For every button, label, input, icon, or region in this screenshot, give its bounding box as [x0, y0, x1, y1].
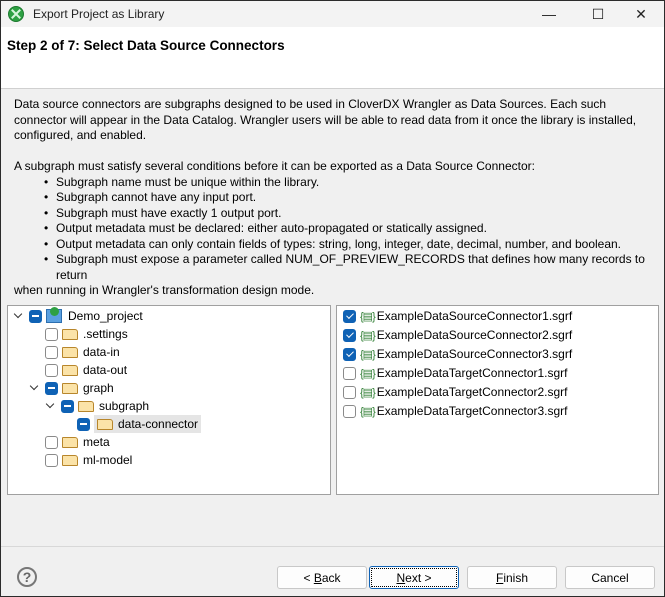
file-label: ExampleDataSourceConnector3.sgrf [376, 347, 573, 361]
condition-item: Subgraph cannot have any input port. [56, 190, 654, 206]
file-label: ExampleDataSourceConnector1.sgrf [376, 309, 573, 323]
tree-item-data-connector[interactable]: data-connector [77, 415, 202, 433]
help-icon[interactable]: ? [17, 567, 37, 587]
project-tree[interactable]: Demo_project .settings data-in data-out … [7, 305, 331, 495]
condition-continuation: when running in Wrangler's transformatio… [14, 283, 315, 297]
tree-item-data-out[interactable]: data-out [45, 361, 127, 379]
tree-checkbox[interactable] [45, 381, 58, 395]
condition-item: Output metadata must be declared: either… [56, 221, 654, 237]
chevron-down-icon[interactable] [45, 401, 55, 411]
subgraph-file-icon: {▤} [360, 348, 376, 361]
back-mnemonic: B [313, 570, 322, 585]
back-label-prefix: < [303, 570, 314, 585]
minimize-button[interactable]: — [526, 1, 572, 27]
tree-item-label: graph [83, 381, 114, 395]
folder-icon [62, 328, 78, 340]
file-checkbox[interactable] [343, 366, 356, 380]
folder-icon [62, 454, 78, 466]
condition-item: Output metadata can only contain fields … [56, 237, 654, 253]
tree-checkbox[interactable] [61, 399, 74, 413]
folder-icon [62, 436, 78, 448]
tree-checkbox[interactable] [77, 417, 90, 431]
finish-button[interactable]: Finish [467, 566, 557, 589]
tree-checkbox[interactable] [45, 435, 58, 449]
footer-separator [1, 546, 664, 547]
file-item[interactable]: {▤} ExampleDataTargetConnector2.sgrf [343, 383, 568, 401]
tree-item-graph[interactable]: graph [29, 379, 114, 397]
wizard-header: Step 2 of 7: Select Data Source Connecto… [1, 27, 664, 89]
tree-item-label: .settings [83, 327, 128, 341]
file-label: ExampleDataSourceConnector2.sgrf [376, 328, 573, 342]
tree-item-label: ml-model [83, 453, 133, 467]
project-icon [46, 307, 62, 323]
file-item[interactable]: {▤} ExampleDataTargetConnector1.sgrf [343, 364, 568, 382]
subgraph-file-icon: {▤} [360, 310, 376, 323]
file-checkbox[interactable] [343, 347, 356, 361]
folder-icon [62, 382, 78, 394]
finish-label-rest: inish [503, 570, 529, 585]
tree-item-ml-model[interactable]: ml-model [45, 451, 132, 469]
next-mnemonic: N [396, 570, 406, 585]
tree-checkbox[interactable] [45, 345, 58, 359]
tree-item-label: data-connector [118, 417, 199, 431]
finish-mnemonic: F [495, 570, 504, 585]
tree-item-label: data-in [83, 345, 120, 359]
tree-item-settings[interactable]: .settings [45, 325, 128, 343]
condition-item: Subgraph name must be unique within the … [56, 175, 654, 191]
subgraph-file-icon: {▤} [360, 329, 376, 342]
description: Data source connectors are subgraphs des… [14, 97, 654, 299]
file-checkbox[interactable] [343, 385, 356, 399]
subgraph-file-icon: {▤} [360, 405, 376, 418]
file-item[interactable]: {▤} ExampleDataSourceConnector1.sgrf [343, 307, 572, 325]
cloverdx-app-icon [8, 6, 24, 22]
tree-item-meta[interactable]: meta [45, 433, 110, 451]
close-button[interactable]: ✕ [618, 1, 664, 27]
file-list[interactable]: {▤} ExampleDataSourceConnector1.sgrf {▤} E… [336, 305, 659, 495]
file-item[interactable]: {▤} ExampleDataTargetConnector3.sgrf [343, 402, 568, 420]
page-title: Step 2 of 7: Select Data Source Connecto… [7, 38, 285, 53]
tree-item-label: meta [83, 435, 110, 449]
file-label: ExampleDataTargetConnector3.sgrf [376, 404, 568, 418]
conditions-intro: A subgraph must satisfy several conditio… [14, 159, 535, 173]
next-button[interactable]: Next > [369, 566, 459, 589]
intro-text: Data source connectors are subgraphs des… [14, 97, 637, 142]
tree-item-label: subgraph [99, 399, 150, 413]
file-label: ExampleDataTargetConnector1.sgrf [376, 366, 568, 380]
back-label-rest: ack [321, 570, 341, 585]
chevron-down-icon[interactable] [13, 311, 23, 321]
subgraph-file-icon: {▤} [360, 367, 376, 380]
folder-icon [62, 364, 78, 376]
tree-item-demo-project[interactable]: Demo_project [13, 307, 143, 325]
cancel-button[interactable]: Cancel [565, 566, 655, 589]
condition-item: Subgraph must expose a parameter called … [56, 252, 654, 283]
tree-item-subgraph[interactable]: subgraph [45, 397, 149, 415]
tree-item-label: data-out [83, 363, 128, 377]
folder-icon [97, 418, 113, 430]
file-item[interactable]: {▤} ExampleDataSourceConnector2.sgrf [343, 326, 572, 344]
folder-icon [78, 400, 94, 412]
tree-checkbox[interactable] [45, 453, 58, 467]
file-label: ExampleDataTargetConnector2.sgrf [376, 385, 568, 399]
tree-checkbox[interactable] [45, 327, 58, 341]
next-label-rest: ext > [405, 570, 432, 585]
chevron-down-icon[interactable] [29, 383, 39, 393]
title-bar: Export Project as Library — ☐ ✕ [1, 1, 664, 27]
tree-item-data-in[interactable]: data-in [45, 343, 120, 361]
window-title: Export Project as Library [33, 7, 165, 21]
file-checkbox[interactable] [343, 309, 356, 323]
back-button[interactable]: < Back [277, 566, 367, 589]
tree-checkbox[interactable] [29, 309, 42, 323]
maximize-button[interactable]: ☐ [575, 1, 621, 27]
condition-item: Subgraph must have exactly 1 output port… [56, 206, 654, 222]
file-checkbox[interactable] [343, 404, 356, 418]
tree-checkbox[interactable] [45, 363, 58, 377]
file-item[interactable]: {▤} ExampleDataSourceConnector3.sgrf [343, 345, 572, 363]
folder-icon [62, 346, 78, 358]
tree-item-label: Demo_project [68, 309, 143, 323]
file-checkbox[interactable] [343, 328, 356, 342]
subgraph-file-icon: {▤} [360, 386, 376, 399]
conditions-list: Subgraph name must be unique within the … [56, 175, 654, 284]
